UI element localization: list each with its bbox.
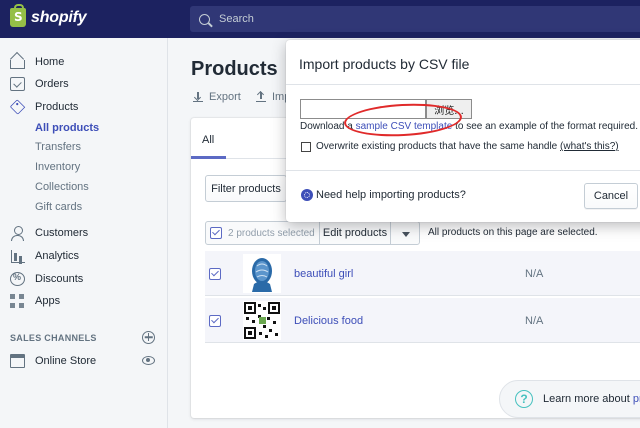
bulk-actions-bar: 2 products selected Edit products All pr… [205,221,640,245]
tag-icon [9,99,26,115]
overwrite-label: Overwrite existing products that have th… [316,141,619,152]
learn-more-prefix: Learn more about [543,393,633,405]
sidebar-item-customers[interactable]: Customers [10,226,89,241]
sidebar-item-label: Products [35,101,79,113]
sidebar-item-products[interactable]: Products [9,99,79,115]
customers-icon [10,226,25,241]
download-suffix: to see an example of the format required… [452,121,638,132]
shopify-logo[interactable]: shopify [10,4,87,27]
search-icon [199,13,210,25]
sidebar-subitem-gift-cards[interactable]: Gift cards [35,201,82,213]
select-all-checkbox[interactable]: 2 products selected [205,221,320,245]
store-icon [10,354,25,368]
sidebar-item-apps[interactable]: Apps [10,294,60,308]
sidebar-item-label: Apps [35,295,61,307]
table-row[interactable]: beautiful girl N/A [205,251,640,296]
apps-icon [10,294,25,308]
modal-divider [286,170,640,171]
product-name-link[interactable]: beautiful girl [294,268,353,280]
overwrite-text: Overwrite existing products that have th… [316,141,561,152]
sidebar-item-label: Online Store [35,355,97,367]
top-bar: shopify Search [0,0,640,38]
product-inventory: N/A [525,315,544,327]
product-thumbnail[interactable] [243,254,281,293]
sidebar-subitem-transfers[interactable]: Transfers [35,141,81,153]
sidebar-subitem-collections[interactable]: Collections [35,181,89,193]
import-csv-modal: Import products by CSV file 浏览... Downlo… [286,40,640,222]
sidebar-item-online-store[interactable]: Online Store [10,354,96,368]
sidebar-item-label: Analytics [35,250,80,262]
tab-active-indicator [191,156,226,159]
learn-more-pill: ? Learn more about pro [499,380,640,418]
shopping-bag-icon [10,4,26,27]
search-placeholder: Search [219,13,254,25]
export-label: Export [209,91,241,103]
bulk-actions-dropdown[interactable] [390,221,420,245]
sidebar-item-label: Customers [35,227,89,239]
modal-title: Import products by CSV file [299,56,470,72]
row-checkbox[interactable] [209,268,221,280]
sidebar-item-discounts[interactable]: Discounts [10,272,83,286]
cancel-button[interactable]: Cancel [584,183,638,209]
sidebar-item-label: Discounts [35,273,84,285]
sidebar-item-home[interactable]: Home [10,55,64,69]
search-input[interactable]: Search [190,6,640,32]
import-icon [256,92,266,102]
export-icon [193,92,203,102]
product-thumbnail[interactable] [243,301,281,340]
product-inventory: N/A [525,268,544,280]
tab-all[interactable]: All [202,134,214,146]
learn-more-link[interactable]: pro [633,393,640,405]
sidebar-item-label: Home [35,56,65,68]
import-help-link[interactable]: Need help importing products? [316,189,466,201]
orders-icon [10,77,25,91]
add-channel-plus-icon[interactable] [142,331,155,344]
logo-text: shopify [31,8,87,26]
sales-channels-heading: SALES CHANNELS [10,333,97,343]
modal-divider [286,84,640,85]
checkbox-checked-icon [210,227,222,239]
row-checkbox[interactable] [209,315,221,327]
home-icon [10,60,25,69]
help-lifebuoy-icon [301,189,313,201]
learn-more-text: Learn more about pro [543,393,640,405]
edit-products-button[interactable]: Edit products [319,221,391,245]
view-store-eye-icon[interactable] [142,356,155,365]
export-button[interactable]: Export [193,91,241,103]
sidebar-subitem-inventory[interactable]: Inventory [35,161,80,173]
question-icon: ? [515,390,533,408]
product-name-link[interactable]: Delicious food [294,315,363,327]
filter-products-button[interactable]: Filter products [205,175,287,202]
selection-message: All products on this page are selected. [428,227,598,238]
analytics-icon [10,249,25,263]
discounts-icon [10,272,25,286]
whats-this-link[interactable]: (what's this?) [560,141,619,152]
sidebar-item-label: Orders [35,78,69,90]
table-row[interactable]: Delicious food N/A [205,298,640,343]
selected-count: 2 products selected [228,227,315,239]
page-title: Products [191,58,278,80]
sidebar-item-orders[interactable]: Orders [10,77,69,91]
sidebar: Home Orders Products All products Transf… [0,38,168,428]
overwrite-checkbox[interactable] [301,142,311,152]
sidebar-subitem-all-products[interactable]: All products [35,122,99,134]
sidebar-item-analytics[interactable]: Analytics [10,249,79,263]
